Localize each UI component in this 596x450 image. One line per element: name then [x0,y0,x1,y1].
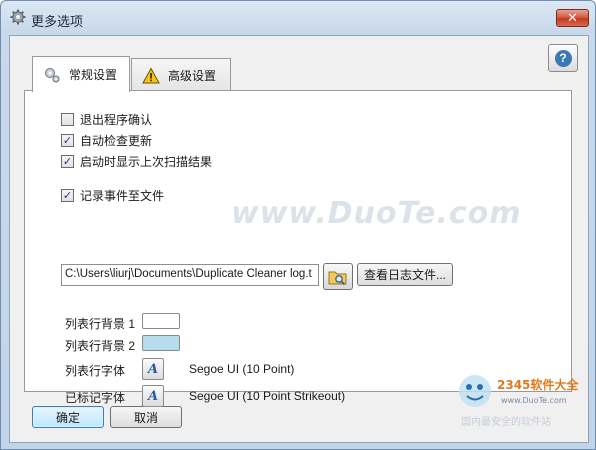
marked-font-button[interactable]: A [142,385,164,407]
checkbox-box[interactable]: ✓ [61,134,74,147]
checkbox-box[interactable] [61,113,74,126]
log-path-field[interactable]: C:\Users\liurj\Documents\Duplicate Clean… [61,264,319,286]
cancel-button[interactable]: 取消 [110,406,182,428]
show-last-scan-label: 启动时显示上次扫描结果 [80,155,213,169]
dialog-body: ? 常规设置 高级设置 退出程序确认 ✓ 自动检查更新 ✓ 启动时显示上次扫描结… [9,35,589,443]
row-bg1-color-swatch[interactable] [142,313,180,329]
close-button[interactable]: ✕ [556,9,589,27]
font-icon: A [147,361,159,377]
font-icon: A [147,388,159,404]
ok-button[interactable]: 确定 [32,406,104,428]
general-settings-panel: 退出程序确认 ✓ 自动检查更新 ✓ 启动时显示上次扫描结果 ✓ 记录事件至文件 … [24,90,572,407]
view-log-button[interactable]: 查看日志文件... [357,263,453,286]
help-button[interactable]: ? [548,44,578,72]
options-dialog: 更多选项 ✕ ? 常规设置 高级设置 退出程序确认 ✓ 自动检查更新 ✓ 启动时… [0,0,596,450]
warning-icon [142,66,160,83]
auto-update-checkbox[interactable]: ✓ 自动检查更新 [61,132,152,149]
checkbox-box[interactable]: ✓ [61,155,74,168]
gear-icon [10,9,26,25]
auto-update-label: 自动检查更新 [80,134,153,148]
tab-general[interactable]: 常规设置 [32,56,130,92]
folder-search-icon [328,271,347,285]
list-font-label: 列表行字体 [65,364,126,378]
show-last-scan-checkbox[interactable]: ✓ 启动时显示上次扫描结果 [61,153,212,170]
list-font-button[interactable]: A [142,358,164,380]
browse-button[interactable] [323,263,353,290]
marked-font-label: 已标记字体 [65,391,126,405]
tab-advanced[interactable]: 高级设置 [131,58,231,92]
log-to-file-label: 记录事件至文件 [80,189,165,203]
tab-general-label: 常规设置 [69,68,118,82]
marked-font-value: Segoe UI (10 Point Strikeout) [189,389,346,403]
checkbox-box[interactable]: ✓ [61,189,74,202]
close-icon: ✕ [567,10,578,26]
confirm-exit-label: 退出程序确认 [80,113,153,127]
help-icon: ? [554,49,572,67]
list-font-value: Segoe UI (10 Point) [189,362,295,376]
title-bar[interactable]: 更多选项 ✕ [1,1,595,35]
row-bg1-label: 列表行背景 1 [65,317,136,331]
window-title: 更多选项 [31,14,84,29]
row-bg2-color-swatch[interactable] [142,335,180,351]
row-bg2-label: 列表行背景 2 [65,339,136,353]
gear-icon [45,67,60,82]
confirm-exit-checkbox[interactable]: 退出程序确认 [61,111,152,128]
tab-advanced-label: 高级设置 [168,69,217,83]
log-to-file-checkbox[interactable]: ✓ 记录事件至文件 [61,187,164,204]
